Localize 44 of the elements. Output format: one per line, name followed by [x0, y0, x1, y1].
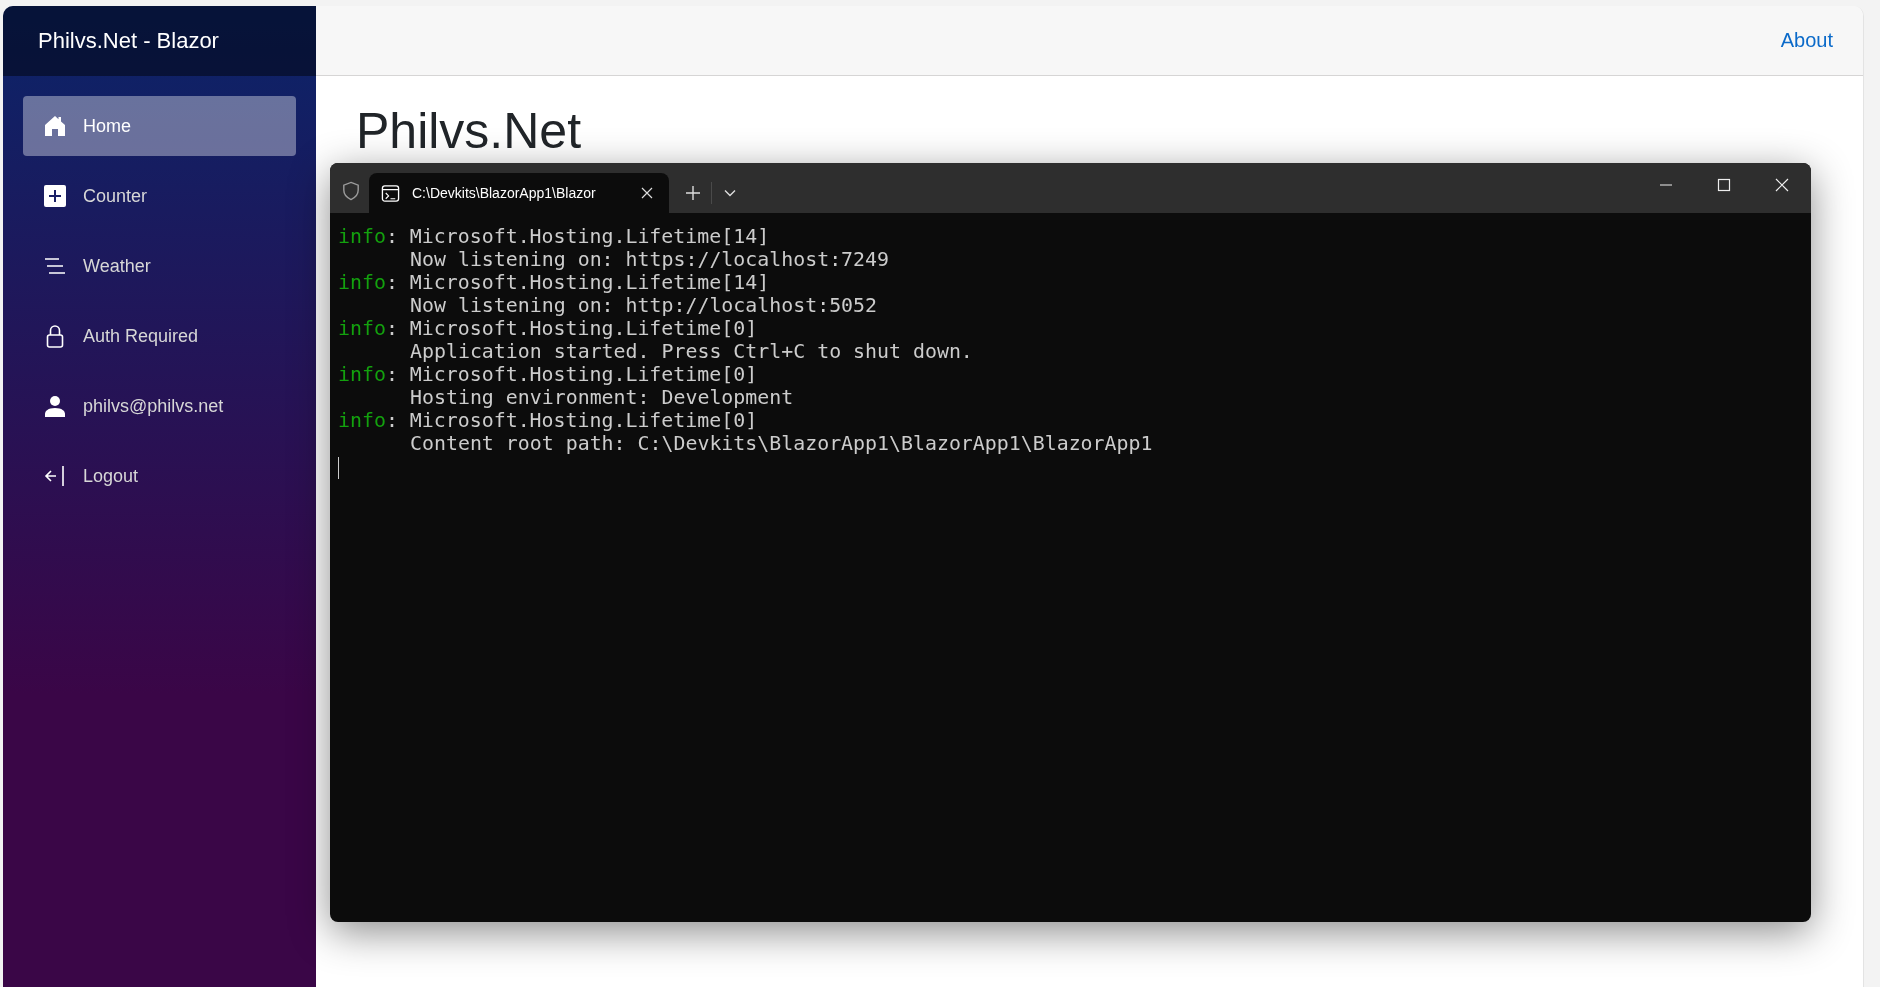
log-level: info	[338, 225, 386, 248]
nav-item[interactable]: Weather	[23, 236, 296, 296]
nav-label: Home	[83, 115, 131, 137]
log-message: Now listening on: http://localhost:5052	[410, 294, 878, 317]
log-level: info	[338, 271, 386, 294]
nav-label: Logout	[83, 465, 139, 487]
nav-item[interactable]: Auth Required	[23, 306, 296, 366]
nav-item[interactable]: Logout	[23, 446, 296, 506]
log-message: Now listening on: https://localhost:7249	[410, 248, 889, 271]
shield-icon	[342, 181, 360, 201]
log-source: : Microsoft.Hosting.Lifetime[14]	[385, 225, 770, 248]
about-link[interactable]: About	[1780, 29, 1833, 52]
terminal-tab[interactable]: C:\Devkits\BlazorApp1\Blazor	[369, 173, 669, 213]
nav-label: Weather	[83, 255, 151, 277]
nav-item[interactable]: Counter	[23, 166, 296, 226]
nav-label: Counter	[83, 185, 148, 207]
log-source: : Microsoft.Hosting.Lifetime[14]	[385, 271, 770, 294]
home-icon	[43, 114, 67, 138]
log-level: info	[338, 317, 386, 340]
log-message: Hosting environment: Development	[410, 386, 794, 409]
log-message: Content root path: C:\Devkits\BlazorApp1\BlazorApp1\BlazorApp1	[410, 432, 1153, 455]
person-icon	[43, 394, 67, 418]
plus-icon	[43, 184, 67, 208]
log-source: : Microsoft.Hosting.Lifetime[0]	[385, 363, 758, 386]
log-source: : Microsoft.Hosting.Lifetime[0]	[385, 409, 758, 432]
chevron-down-icon	[724, 189, 736, 197]
maximize-icon	[1717, 178, 1731, 192]
text-cursor	[338, 457, 339, 479]
close-icon	[1775, 178, 1789, 192]
nav-label: philvs@philvs.net	[83, 395, 224, 417]
log-level: info	[338, 363, 386, 386]
log-source: : Microsoft.Hosting.Lifetime[0]	[385, 317, 758, 340]
nav-item[interactable]: Home	[23, 96, 296, 156]
page-heading: Philvs.Net	[356, 102, 583, 160]
console-icon	[381, 183, 400, 203]
log-message: Application started. Press Ctrl+C to shut down.	[410, 340, 973, 363]
close-icon	[641, 187, 653, 199]
log-level: info	[338, 409, 386, 432]
nav-item[interactable]: philvs@philvs.net	[23, 376, 296, 436]
logout-icon	[43, 464, 67, 488]
tab-title: C:\Devkits\BlazorApp1\Blazor	[412, 185, 597, 201]
brand-title[interactable]: Philvs.Net - Blazor	[38, 28, 219, 54]
nav-label: Auth Required	[83, 325, 199, 347]
plus-icon	[686, 186, 700, 200]
